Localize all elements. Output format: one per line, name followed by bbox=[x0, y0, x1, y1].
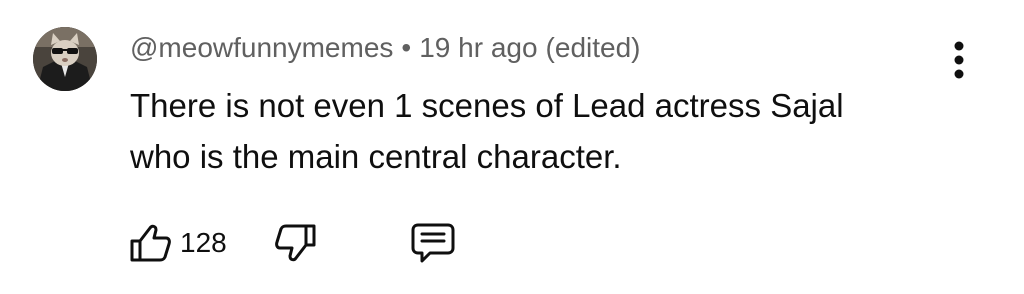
comment-bubble-icon bbox=[411, 223, 455, 263]
comment-text: There is not even 1 scenes of Lead actre… bbox=[130, 80, 950, 182]
avatar[interactable] bbox=[33, 27, 97, 91]
comment-meta: @meowfunnymemes • 19 hr ago (edited) bbox=[130, 31, 640, 65]
comment-actions: 128 bbox=[128, 220, 488, 266]
author-name[interactable]: @meowfunnymemes bbox=[130, 32, 393, 64]
edited-label: (edited) bbox=[545, 32, 641, 63]
cat-avatar-icon bbox=[33, 27, 97, 91]
like-button[interactable]: 128 bbox=[128, 220, 227, 266]
thumbs-down-icon bbox=[275, 224, 316, 262]
comment-text-line: There is not even 1 scenes of Lead actre… bbox=[130, 87, 844, 124]
vertical-ellipsis-icon bbox=[954, 41, 964, 79]
more-options-button[interactable] bbox=[942, 38, 976, 82]
comment-time: 19 hr ago bbox=[419, 32, 538, 63]
comment-text-line: who is the main central character. bbox=[130, 138, 622, 175]
comment-item: @meowfunnymemes • 19 hr ago (edited) The… bbox=[0, 0, 1024, 294]
thumbs-up-icon bbox=[130, 224, 171, 262]
like-count: 128 bbox=[180, 227, 227, 258]
meta-separator: • bbox=[401, 32, 412, 63]
reply-button[interactable] bbox=[410, 220, 456, 266]
dislike-button[interactable] bbox=[274, 220, 318, 266]
